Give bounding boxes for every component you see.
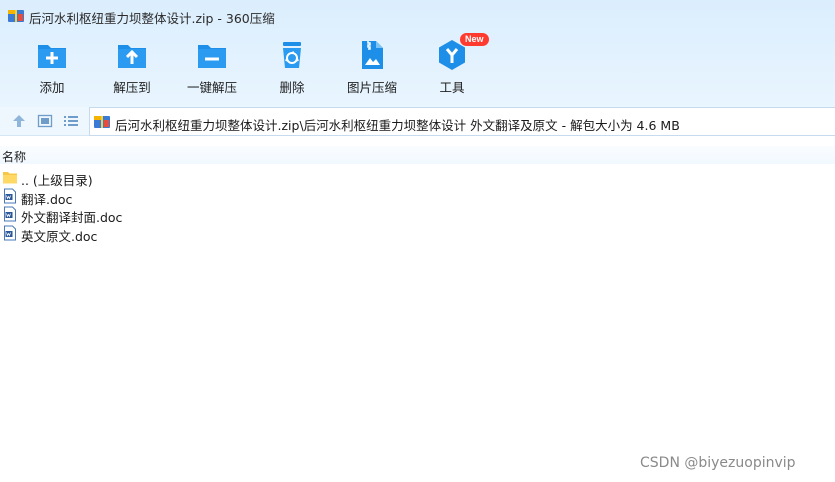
zip-archive-icon xyxy=(94,116,110,128)
column-header-name[interactable]: 名称 xyxy=(0,146,835,164)
new-badge: New xyxy=(460,33,489,46)
list-item-file[interactable]: 翻译.doc xyxy=(2,187,302,207)
extract-to-icon xyxy=(118,45,146,68)
image-compress-button[interactable]: 图片压缩 xyxy=(337,36,407,98)
delete-button[interactable]: 删除 xyxy=(257,36,327,98)
one-click-extract-button[interactable]: 一键解压 xyxy=(177,36,247,98)
up-arrow-icon[interactable] xyxy=(11,113,27,129)
tools-button[interactable]: New 工具 xyxy=(417,33,489,98)
word-doc-icon xyxy=(4,225,16,241)
add-folder-icon xyxy=(38,45,66,68)
image-compress-icon xyxy=(362,41,383,69)
delete-label: 删除 xyxy=(279,80,305,95)
address-bar[interactable]: 后河水利枢纽重力坝整体设计.zip\后河水利枢纽重力坝整体设计 外文翻译及原文 … xyxy=(89,107,835,136)
extract-to-button[interactable]: 解压到 xyxy=(97,36,167,98)
list-item-file[interactable]: 英文原文.doc xyxy=(2,224,302,244)
one-click-extract-label: 一键解压 xyxy=(186,80,237,95)
tools-label: 工具 xyxy=(439,80,465,95)
file-name: 英文原文.doc xyxy=(21,229,98,244)
folder-icon xyxy=(3,172,17,184)
watermark-text: CSDN @biyezuopinvip xyxy=(640,455,796,471)
extract-to-label: 解压到 xyxy=(113,80,151,95)
zip-archive-icon xyxy=(8,10,24,22)
add-button[interactable]: 添加 xyxy=(17,36,87,98)
address-path: 后河水利枢纽重力坝整体设计.zip\后河水利枢纽重力坝整体设计 外文翻译及原文 … xyxy=(115,118,680,133)
trash-icon xyxy=(283,42,301,68)
toolbar: 添加 解压到 一键解压 删除 图片压缩 New 工具 xyxy=(0,33,835,100)
word-doc-icon xyxy=(4,188,16,204)
navigation-bar: 后河水利枢纽重力坝整体设计.zip\后河水利枢纽重力坝整体设计 外文翻译及原文 … xyxy=(0,107,835,136)
add-label: 添加 xyxy=(39,80,65,95)
window-title: 后河水利枢纽重力坝整体设计.zip - 360压缩 xyxy=(29,11,275,26)
thumbnail-view-icon[interactable] xyxy=(37,113,53,129)
list-item-file[interactable]: 外文翻译封面.doc xyxy=(2,205,302,225)
one-click-extract-icon xyxy=(198,45,226,68)
word-doc-icon xyxy=(4,206,16,222)
title-bar: 后河水利枢纽重力坝整体设计.zip - 360压缩 xyxy=(0,0,835,32)
list-item-parent-folder[interactable]: .. (上级目录) xyxy=(2,168,302,188)
list-view-icon[interactable] xyxy=(63,113,79,129)
window-top-area: 后河水利枢纽重力坝整体设计.zip - 360压缩 添加 解压到 一键解压 删除… xyxy=(0,0,835,107)
column-header-label: 名称 xyxy=(2,150,27,164)
image-compress-label: 图片压缩 xyxy=(346,80,397,95)
